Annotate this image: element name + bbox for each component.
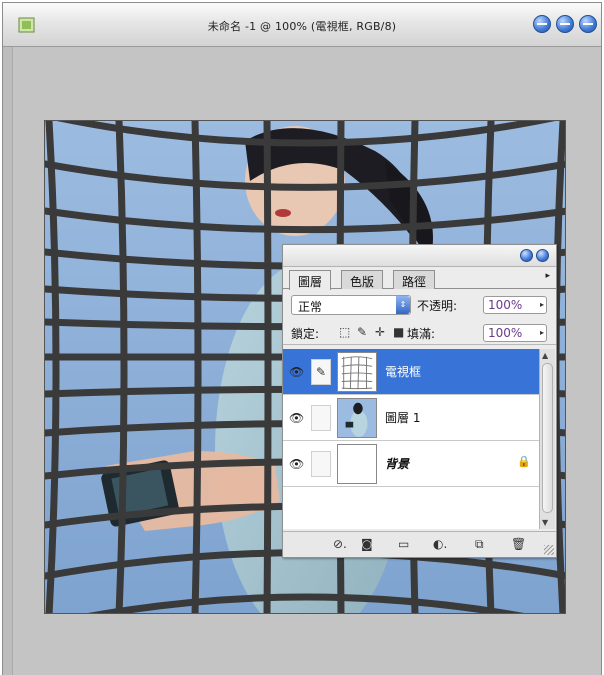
layers-list: 👁 ✎ 電視框 👁 圖層 1 👁 背景 🔒	[283, 349, 539, 529]
lock-label: 鎖定:	[291, 327, 320, 341]
frame-post	[191, 121, 202, 613]
frame-post	[263, 121, 272, 613]
layer-thumbnail-tv-frame	[337, 352, 377, 392]
layers-palette[interactable]: 圖層 色版 路徑 ▸ 正常 ⇕ 不透明: 100% ▸ 鎖定: ⬚ ✎ ✛ ■ …	[282, 244, 557, 558]
tab-layers[interactable]: 圖層	[289, 270, 332, 290]
layer-row-tv-frame[interactable]: 👁 ✎ 電視框	[283, 349, 539, 395]
zoom-icon	[583, 23, 593, 25]
lock-image-brush-icon[interactable]: ✎	[357, 326, 367, 338]
layer-thumbnail-background	[337, 444, 377, 484]
fill-value: 100%	[488, 326, 523, 340]
layer-thumbnail-layer-1	[337, 398, 377, 438]
palette-menu-icon[interactable]: ▸	[545, 271, 550, 281]
brush-icon[interactable]: ✎	[311, 359, 331, 385]
fill-label: 填滿:	[407, 327, 436, 341]
palette-footer: ⊘. ◙ ▭ ◐. ⧉ 🗑	[283, 531, 556, 557]
palette-close-button[interactable]	[536, 249, 549, 262]
lock-position-icon[interactable]: ✛	[375, 326, 385, 338]
layer-name: 背景	[385, 457, 410, 471]
opacity-label: 不透明:	[417, 299, 458, 313]
window-left-edge	[3, 47, 13, 675]
layer-mask-icon[interactable]: ◙	[361, 538, 373, 550]
fill-field[interactable]: 100% ▸	[483, 324, 547, 342]
zoom-button[interactable]	[579, 15, 597, 33]
eye-icon[interactable]: 👁	[289, 411, 304, 425]
tab-paths[interactable]: 路徑	[393, 270, 436, 289]
chevron-updown-icon: ⇕	[396, 296, 410, 314]
new-layer-icon[interactable]: ⧉	[475, 538, 484, 550]
blend-mode-value: 正常	[298, 300, 323, 314]
palette-tabs: 圖層 色版 路徑 ▸	[283, 267, 556, 290]
chevron-right-icon: ▸	[539, 328, 544, 337]
eye-icon[interactable]: 👁	[289, 365, 304, 379]
title-bar[interactable]: 未命名 -1 @ 100% (電視框, RGB/8)	[3, 3, 601, 47]
resize-grip[interactable]	[544, 545, 554, 555]
palette-minimize-button[interactable]	[520, 249, 533, 262]
scroll-up-icon[interactable]: ▲	[542, 351, 548, 360]
eye-icon[interactable]: 👁	[289, 457, 304, 471]
link-slot[interactable]	[311, 405, 331, 431]
link-slot[interactable]	[311, 451, 331, 477]
new-group-icon[interactable]: ▭	[398, 538, 409, 550]
blend-opacity-row: 正常 ⇕ 不透明: 100% ▸	[283, 293, 556, 317]
chevron-right-icon: ▸	[539, 300, 544, 309]
scroll-down-icon[interactable]: ▼	[542, 518, 548, 527]
lock-transparent-icon[interactable]: ⬚	[339, 326, 350, 338]
opacity-value: 100%	[488, 298, 523, 312]
adjustment-layer-icon[interactable]: ◐.	[433, 538, 447, 550]
opacity-field[interactable]: 100% ▸	[483, 296, 547, 314]
tab-channels[interactable]: 色版	[341, 270, 384, 289]
lock-fill-row: 鎖定: ⬚ ✎ ✛ ■ 填滿: 100% ▸	[283, 321, 556, 345]
palette-title-bar[interactable]	[283, 245, 556, 267]
close-button[interactable]	[533, 15, 551, 33]
lock-all-icon[interactable]: ■	[393, 326, 404, 338]
scroll-thumb[interactable]	[542, 363, 553, 513]
layer-row-background[interactable]: 👁 背景 🔒	[283, 441, 539, 487]
trash-icon[interactable]: 🗑	[511, 538, 526, 550]
blend-mode-select[interactable]: 正常 ⇕	[291, 295, 411, 315]
window-title: 未命名 -1 @ 100% (電視框, RGB/8)	[207, 20, 397, 33]
layer-row-layer-1[interactable]: 👁 圖層 1	[283, 395, 539, 441]
layer-name: 電視框	[385, 365, 422, 379]
lock-icon: 🔒	[517, 455, 531, 468]
minimize-button[interactable]	[556, 15, 574, 33]
layer-style-icon[interactable]: ⊘.	[333, 538, 347, 550]
close-icon	[537, 23, 547, 25]
layer-name: 圖層 1	[385, 411, 421, 425]
layers-scrollbar[interactable]: ▲ ▼	[539, 349, 555, 529]
minimize-icon	[560, 23, 570, 25]
